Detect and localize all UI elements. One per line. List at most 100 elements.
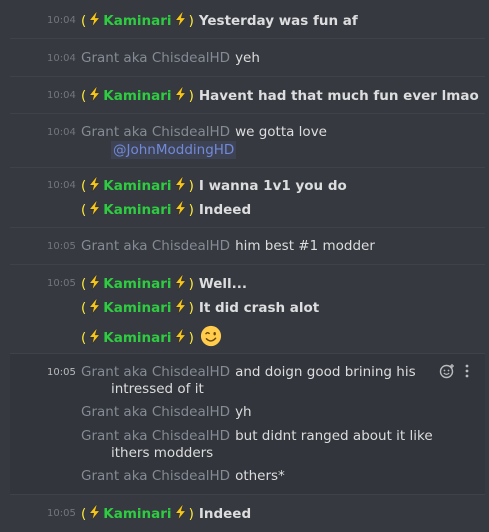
author-name-kaminari[interactable]: (Kaminari) Indeed bbox=[81, 200, 251, 219]
high-voltage-icon bbox=[88, 176, 101, 193]
name-text: Grant aka ChisdealHD bbox=[81, 124, 231, 140]
timestamp: 10:04 bbox=[47, 90, 76, 101]
author-name-grant[interactable]: Grant aka ChisdealHD but didnt ranged abo… bbox=[81, 427, 433, 445]
message-divider bbox=[10, 494, 485, 495]
message-line[interactable]: 10:05 (Kaminari) Indeed bbox=[10, 504, 489, 522]
name-paren-close: ) bbox=[188, 506, 194, 522]
name-text: Grant aka ChisdealHD bbox=[81, 428, 231, 444]
message-line[interactable]: 10:04 (Kaminari) Yesterday was fun af bbox=[10, 11, 489, 29]
name-text: Kaminari bbox=[103, 506, 172, 522]
name-text: Kaminari bbox=[103, 13, 172, 29]
message-divider bbox=[10, 264, 485, 265]
author-name-grant[interactable]: Grant aka ChisdealHD yeh bbox=[81, 49, 260, 67]
message-text: Indeed bbox=[198, 202, 252, 218]
high-voltage-icon bbox=[174, 298, 186, 315]
author-name-kaminari[interactable]: (Kaminari) I wanna 1v1 you do bbox=[81, 176, 347, 195]
high-voltage-icon bbox=[174, 200, 186, 217]
timestamp: 10:05 bbox=[47, 241, 76, 252]
high-voltage-icon bbox=[88, 504, 101, 521]
user-mention[interactable]: @JohnModdingHD bbox=[111, 141, 237, 159]
author-name-grant[interactable]: Grant aka ChisdealHD others* bbox=[81, 467, 285, 485]
name-paren-close: ) bbox=[188, 13, 194, 29]
message-line[interactable]: 10:05 Grant aka ChisdealHD him best #1 mo… bbox=[10, 237, 489, 255]
message-line[interactable]: (Kaminari) It did crash alot bbox=[10, 298, 489, 316]
high-voltage-icon bbox=[174, 328, 186, 345]
message-divider bbox=[10, 167, 485, 168]
name-text: Kaminari bbox=[103, 202, 172, 218]
message-text: Havent had that much fun ever lmao bbox=[198, 88, 479, 104]
high-voltage-icon bbox=[174, 176, 186, 193]
high-voltage-icon bbox=[174, 86, 186, 103]
author-name-kaminari[interactable]: (Kaminari) Yesterday was fun af bbox=[81, 11, 358, 30]
high-voltage-icon bbox=[88, 200, 101, 217]
timestamp: 10:04 bbox=[47, 15, 76, 26]
name-paren-close: ) bbox=[188, 88, 194, 104]
high-voltage-icon bbox=[88, 328, 101, 345]
message-line[interactable]: 10:04 Grant aka ChisdealHD we gotta love bbox=[10, 123, 489, 141]
name-paren-close: ) bbox=[188, 300, 194, 316]
author-name-grant[interactable]: Grant aka ChisdealHD we gotta love bbox=[81, 123, 327, 141]
timestamp: 10:05 bbox=[47, 367, 76, 378]
high-voltage-icon bbox=[88, 11, 101, 28]
high-voltage-icon bbox=[88, 274, 101, 291]
message-text: but didnt ranged about it like bbox=[235, 428, 433, 444]
message-line[interactable]: Grant aka ChisdealHD yh bbox=[10, 403, 489, 421]
message-text-continuation: intressed of it bbox=[111, 381, 204, 397]
timestamp: 10:04 bbox=[47, 127, 76, 138]
message-divider bbox=[10, 38, 485, 39]
message-divider bbox=[10, 76, 485, 77]
message-text: him best #1 modder bbox=[235, 238, 375, 254]
author-name-grant[interactable]: Grant aka ChisdealHD and doign good brini… bbox=[81, 363, 416, 381]
message-line[interactable]: (Kaminari) Indeed bbox=[10, 200, 489, 218]
message-divider bbox=[10, 113, 485, 114]
message-line[interactable]: 10:05 Grant aka ChisdealHD and doign good… bbox=[10, 363, 489, 381]
author-name-kaminari[interactable]: (Kaminari) Indeed bbox=[81, 504, 251, 523]
message-line[interactable]: 10:04 (Kaminari) Havent had that much fun… bbox=[10, 86, 489, 104]
message-text: yh bbox=[235, 404, 252, 420]
high-voltage-icon bbox=[174, 504, 186, 521]
timestamp: 10:05 bbox=[47, 508, 76, 519]
name-text: Grant aka ChisdealHD bbox=[81, 238, 231, 254]
name-paren-close: ) bbox=[188, 276, 194, 292]
message-line[interactable]: 10:04 Grant aka ChisdealHD yeh bbox=[10, 49, 489, 67]
message-line[interactable]: 10:04 (Kaminari) I wanna 1v1 you do bbox=[10, 176, 489, 194]
message-line[interactable]: (Kaminari) bbox=[10, 325, 489, 347]
message-text: Indeed bbox=[198, 506, 252, 522]
name-text: Kaminari bbox=[103, 178, 172, 194]
message-text: It did crash alot bbox=[198, 300, 320, 316]
name-text: Kaminari bbox=[103, 88, 172, 104]
high-voltage-icon bbox=[88, 86, 101, 103]
message-line[interactable]: Grant aka ChisdealHD but didnt ranged abo… bbox=[10, 427, 489, 445]
message-text-continuation: ithers modders bbox=[111, 445, 214, 461]
name-text: Kaminari bbox=[103, 330, 172, 346]
chat-messages: 10:04 (Kaminari) Yesterday was fun af 10:… bbox=[0, 0, 489, 532]
name-text: Kaminari bbox=[103, 300, 172, 316]
name-paren-close: ) bbox=[188, 202, 194, 218]
author-name-kaminari[interactable]: (Kaminari) bbox=[81, 325, 222, 349]
name-paren-close: ) bbox=[188, 178, 194, 194]
name-paren-close: ) bbox=[188, 330, 194, 346]
name-text: Grant aka ChisdealHD bbox=[81, 50, 231, 66]
name-text: Grant aka ChisdealHD bbox=[81, 404, 231, 420]
author-name-grant[interactable]: Grant aka ChisdealHD yh bbox=[81, 403, 252, 421]
timestamp: 10:04 bbox=[47, 53, 76, 64]
message-text: Yesterday was fun af bbox=[198, 13, 358, 29]
timestamp: 10:05 bbox=[47, 278, 76, 289]
author-name-kaminari[interactable]: (Kaminari) It did crash alot bbox=[81, 298, 319, 317]
high-voltage-icon bbox=[174, 274, 186, 291]
author-name-grant[interactable]: Grant aka ChisdealHD him best #1 modder bbox=[81, 237, 375, 255]
message-line[interactable]: Grant aka ChisdealHD others* bbox=[10, 467, 489, 485]
message-text: yeh bbox=[235, 50, 260, 66]
message-text: I wanna 1v1 you do bbox=[198, 178, 347, 194]
winking-face-icon bbox=[200, 325, 221, 347]
message-text: Well... bbox=[198, 276, 248, 292]
author-name-kaminari[interactable]: (Kaminari) Well... bbox=[81, 274, 247, 293]
author-name-kaminari[interactable]: (Kaminari) Havent had that much fun ever … bbox=[81, 86, 479, 105]
message-text: others* bbox=[235, 468, 285, 484]
message-text: we gotta love bbox=[235, 124, 327, 140]
message-line[interactable]: 10:05 (Kaminari) Well... bbox=[10, 274, 489, 292]
name-text: Grant aka ChisdealHD bbox=[81, 364, 231, 380]
high-voltage-icon bbox=[88, 298, 101, 315]
message-divider bbox=[10, 227, 485, 228]
name-text: Grant aka ChisdealHD bbox=[81, 468, 231, 484]
